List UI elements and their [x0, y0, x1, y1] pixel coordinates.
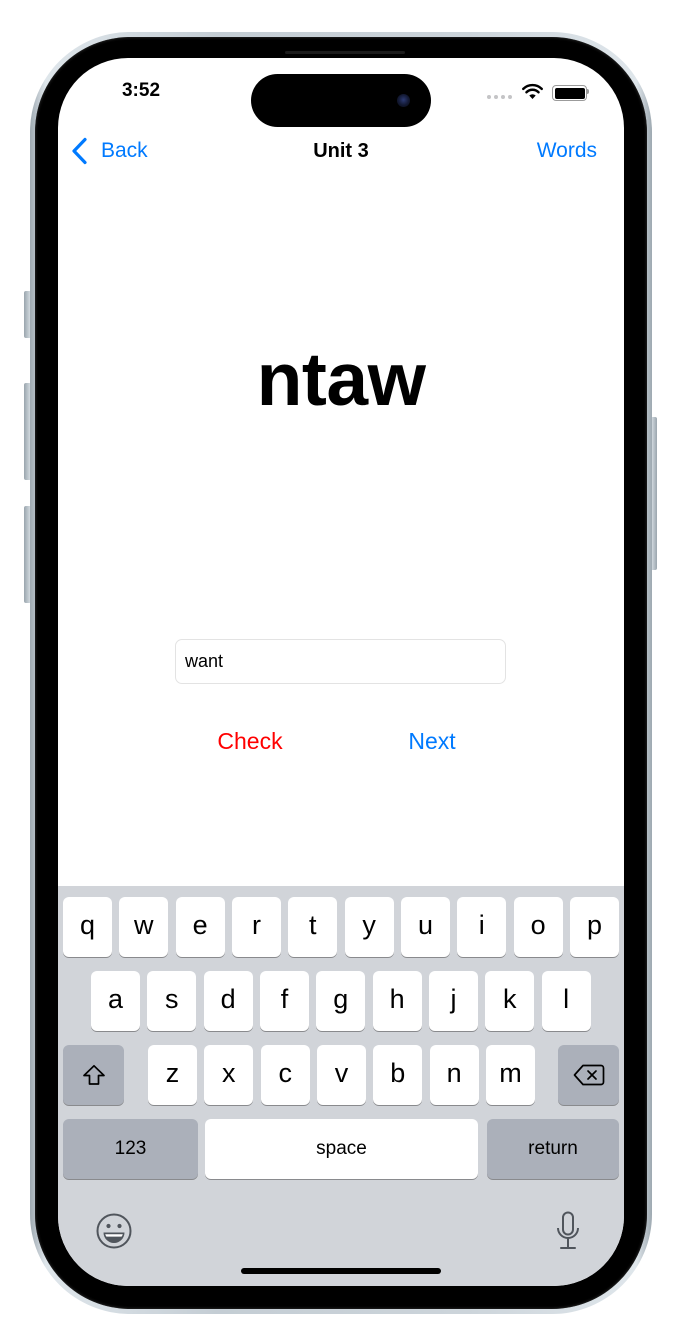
- space-key-label: space: [316, 1138, 367, 1159]
- scrambled-word: ntaw: [256, 337, 426, 421]
- key-label: b: [390, 1057, 406, 1088]
- key-q[interactable]: q: [63, 897, 112, 957]
- key-y[interactable]: y: [344, 897, 394, 957]
- key-label: q: [79, 909, 96, 940]
- key-e[interactable]: e: [175, 897, 225, 957]
- microphone-icon[interactable]: [555, 1211, 581, 1251]
- battery-nub: [587, 89, 589, 94]
- key-i[interactable]: i: [457, 897, 507, 957]
- key-label: s: [165, 983, 179, 1014]
- space-key[interactable]: space: [205, 1119, 478, 1179]
- key-label: f: [280, 983, 289, 1014]
- key-label: m: [499, 1057, 522, 1088]
- key-g[interactable]: g: [316, 971, 366, 1031]
- key-d[interactable]: d: [203, 971, 253, 1031]
- return-key-label: return: [528, 1138, 578, 1159]
- on-screen-keyboard: 123 space return q w e r t y u i o p a s d f g h j k l z x c v…: [58, 886, 624, 1286]
- key-n[interactable]: n: [429, 1045, 479, 1105]
- key-label: i: [478, 909, 485, 940]
- check-button[interactable]: Check: [190, 726, 310, 756]
- key-label: u: [417, 909, 434, 940]
- key-label: e: [192, 909, 208, 940]
- key-x[interactable]: x: [204, 1045, 254, 1105]
- key-label: a: [107, 983, 124, 1014]
- shift-key[interactable]: [63, 1045, 124, 1105]
- status-time: 3:52: [121, 80, 161, 101]
- emoji-smiley-icon[interactable]: [95, 1212, 133, 1250]
- key-label: l: [563, 983, 570, 1014]
- chevron-left-icon: [72, 137, 87, 165]
- key-v[interactable]: v: [317, 1045, 366, 1105]
- key-label: h: [389, 983, 405, 1014]
- key-label: d: [220, 983, 236, 1014]
- wifi-icon: [522, 83, 543, 100]
- dynamic-island: [251, 74, 431, 127]
- key-label: w: [134, 909, 154, 940]
- battery-icon: [552, 85, 587, 101]
- front-camera-icon: [397, 94, 410, 107]
- key-j[interactable]: j: [429, 971, 478, 1031]
- key-c[interactable]: c: [260, 1045, 310, 1105]
- back-button[interactable]: Back: [70, 136, 148, 166]
- delete-backspace-icon: [573, 1064, 604, 1086]
- key-label: y: [362, 909, 376, 940]
- key-label: t: [309, 909, 317, 940]
- key-label: j: [450, 983, 457, 1014]
- numbers-key[interactable]: 123: [63, 1119, 198, 1179]
- return-key[interactable]: return: [487, 1119, 619, 1179]
- key-w[interactable]: w: [119, 897, 169, 957]
- phone-screen: 3:52 Back Unit 3 Words ntaw Check Next: [58, 58, 624, 1286]
- cellular-dots-icon: [487, 95, 515, 100]
- key-u[interactable]: u: [401, 897, 450, 957]
- next-button[interactable]: Next: [372, 726, 492, 756]
- page-title: Unit 3: [313, 140, 369, 162]
- home-indicator[interactable]: [241, 1268, 441, 1274]
- key-b[interactable]: b: [373, 1045, 423, 1105]
- key-k[interactable]: k: [485, 971, 535, 1031]
- key-label: o: [530, 909, 546, 940]
- key-label: c: [278, 1057, 292, 1088]
- key-label: x: [222, 1057, 236, 1088]
- key-label: n: [446, 1057, 462, 1088]
- back-label: Back: [101, 139, 148, 162]
- numbers-key-label: 123: [114, 1138, 147, 1159]
- delete-key[interactable]: [558, 1045, 619, 1105]
- key-m[interactable]: m: [486, 1045, 535, 1105]
- key-a[interactable]: a: [91, 971, 140, 1031]
- key-t[interactable]: t: [288, 897, 338, 957]
- key-p[interactable]: p: [570, 897, 619, 957]
- key-o[interactable]: o: [513, 897, 563, 957]
- key-l[interactable]: l: [541, 971, 591, 1031]
- key-s[interactable]: s: [147, 971, 197, 1031]
- key-label: v: [334, 1057, 349, 1088]
- earpiece-speaker: [285, 51, 405, 54]
- words-button[interactable]: Words: [537, 136, 597, 166]
- key-label: k: [503, 983, 517, 1014]
- key-h[interactable]: h: [372, 971, 422, 1031]
- shift-arrow-icon: [82, 1064, 105, 1085]
- key-r[interactable]: r: [232, 897, 281, 957]
- key-label: r: [252, 909, 261, 940]
- key-f[interactable]: f: [260, 971, 309, 1031]
- answer-input[interactable]: [175, 639, 506, 684]
- key-z[interactable]: z: [148, 1045, 197, 1105]
- key-label: z: [165, 1057, 180, 1088]
- key-label: p: [586, 909, 603, 940]
- key-label: g: [333, 983, 349, 1014]
